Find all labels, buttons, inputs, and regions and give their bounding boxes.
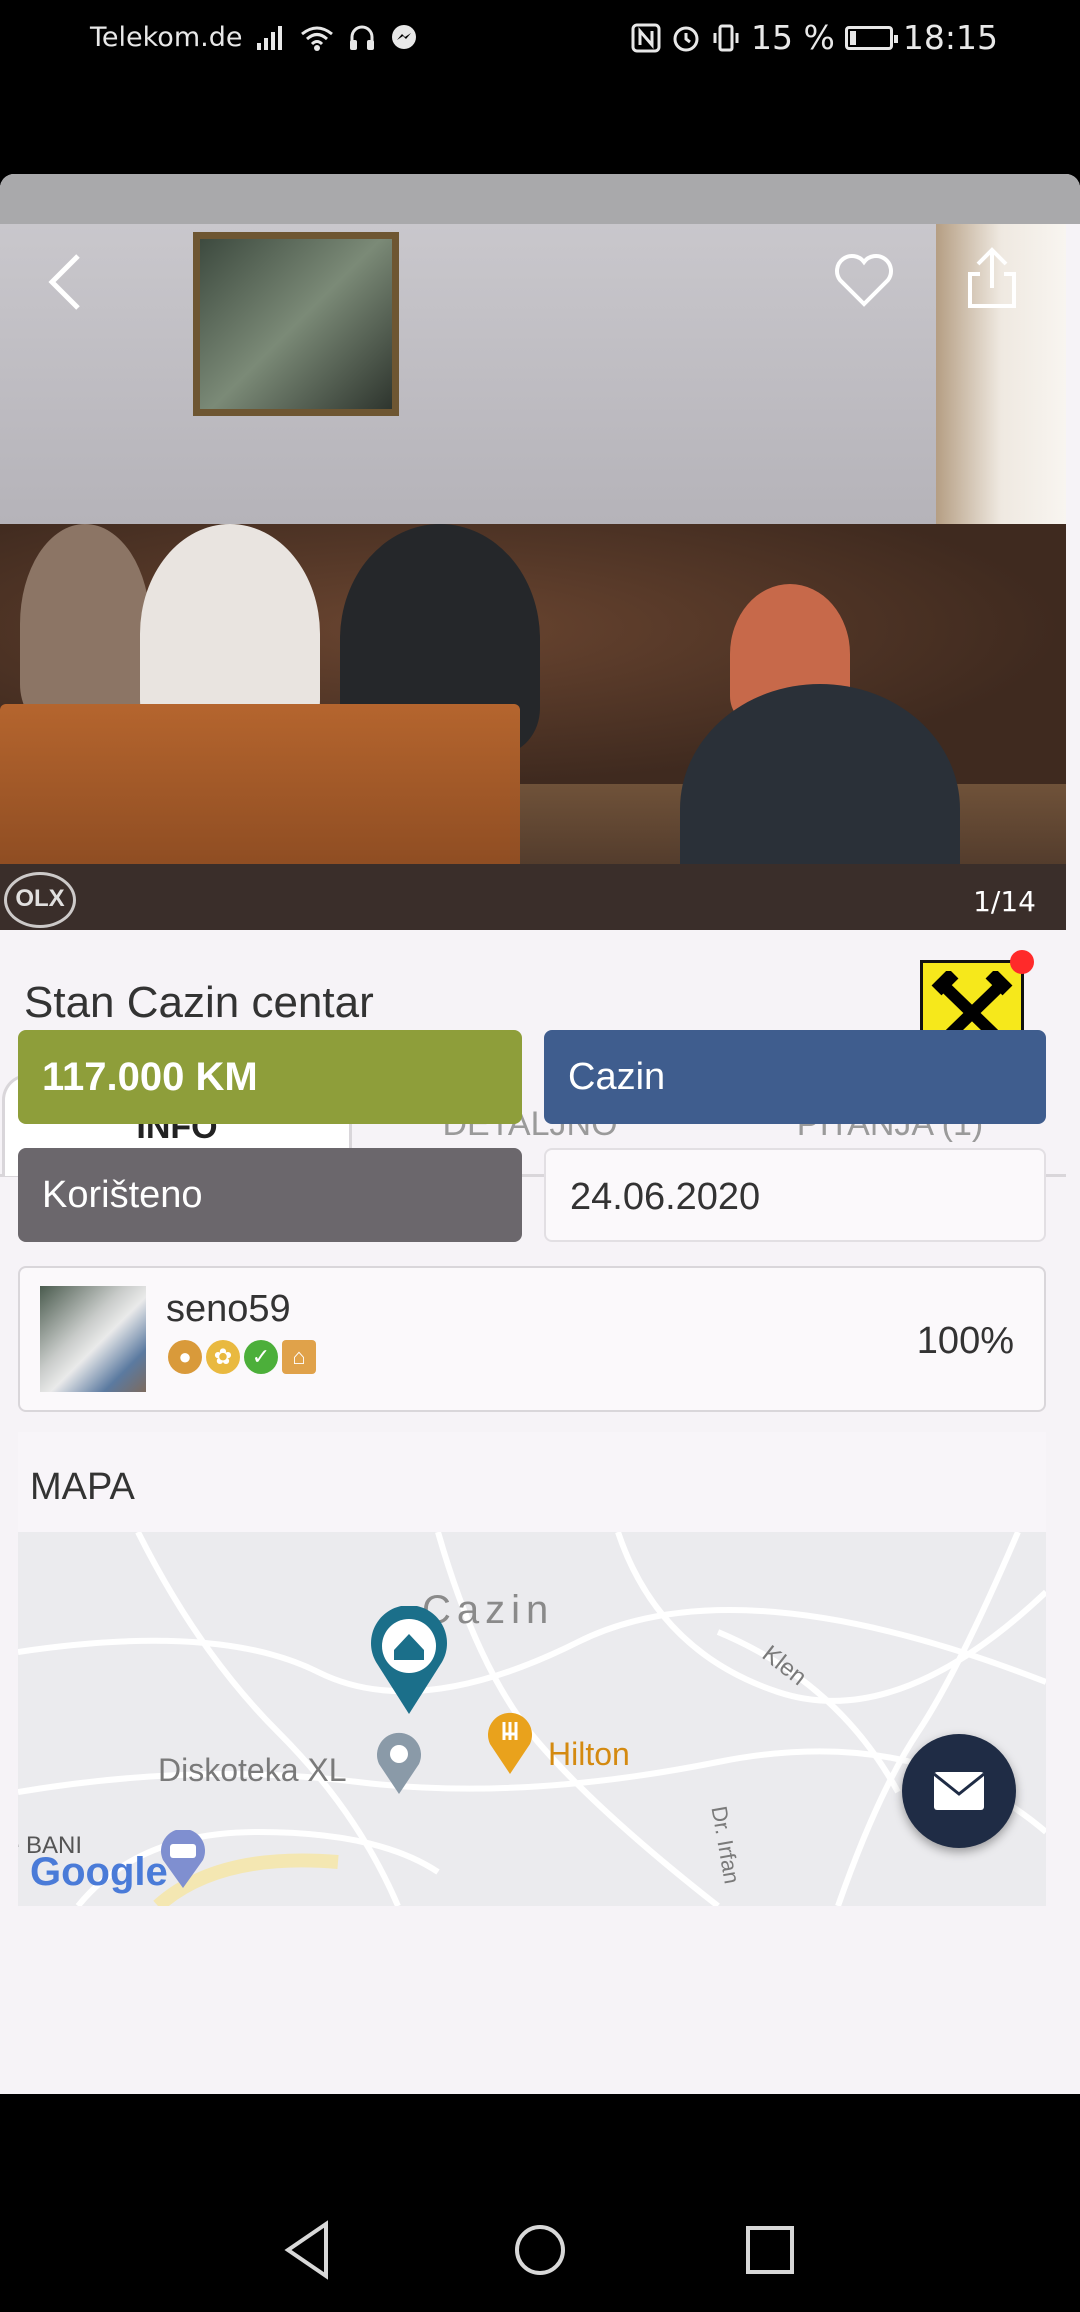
signal-icon: [257, 25, 283, 50]
alarm-icon: [673, 26, 699, 51]
battery-icon: [844, 25, 898, 50]
seller-username: seno59: [166, 1288, 291, 1330]
clock: 18:15: [902, 18, 998, 57]
message-button[interactable]: [902, 1734, 1016, 1848]
headphones-icon: [350, 25, 375, 50]
notification-dot: [1010, 950, 1034, 974]
heart-icon: [835, 254, 893, 307]
place-pin-icon[interactable]: [374, 1730, 424, 1796]
back-button[interactable]: [46, 252, 86, 322]
battery-percent: 15 %: [751, 18, 835, 57]
wall-painting: [193, 232, 399, 416]
map-header: MAPA: [18, 1432, 1046, 1532]
seller-rating: 100%: [916, 1320, 1014, 1362]
listing-title: Stan Cazin centar: [24, 978, 374, 1027]
vibrate-icon: [713, 24, 739, 51]
listing-photo[interactable]: OLX 1/14: [0, 224, 1066, 930]
map-label-club: Diskoteka XL: [158, 1752, 347, 1788]
system-nav-bar: [0, 2190, 1080, 2312]
card-header-strip: [0, 174, 1080, 224]
seller-badges: ● ✿ ✓ ⌂: [168, 1340, 316, 1374]
messenger-icon: [392, 24, 417, 49]
home-icon: ⌂: [282, 1340, 316, 1374]
listing-location-pin-icon[interactable]: [368, 1606, 450, 1716]
olx-watermark: OLX: [4, 872, 76, 928]
image-counter: 1/14: [973, 885, 1036, 918]
city-box: Cazin: [544, 1030, 1046, 1124]
seller-card[interactable]: seno59 ● ✿ ✓ ⌂ 100%: [18, 1266, 1046, 1412]
nav-home-icon[interactable]: [512, 2220, 568, 2280]
award-icon: ✿: [206, 1340, 240, 1374]
nav-back-icon[interactable]: [282, 2220, 334, 2280]
map-label-hotel: Hilton: [548, 1736, 630, 1772]
restaurant-pin-icon[interactable]: [485, 1710, 535, 1776]
condition-box: Korišteno: [18, 1148, 522, 1242]
avatar: [40, 1286, 146, 1392]
map-view[interactable]: Cazin Diskoteka XL Hilton Klen Dr. Irfan…: [18, 1532, 1046, 1906]
date-box: 24.06.2020: [544, 1148, 1046, 1242]
envelope-icon: [933, 1772, 985, 1810]
shop-pin-icon[interactable]: [158, 1830, 208, 1890]
shield-check-icon: ✓: [244, 1340, 278, 1374]
medal-icon: ●: [168, 1340, 202, 1374]
chevron-left-icon: [48, 254, 80, 310]
nav-recents-icon[interactable]: [744, 2220, 796, 2280]
status-bar: Telekom.de 15 % 18:15: [0, 0, 1080, 84]
carrier-label: Telekom.de: [90, 22, 243, 53]
wifi-icon: [301, 26, 334, 51]
favorite-button[interactable]: [834, 252, 894, 318]
google-logo: Google: [30, 1850, 168, 1894]
share-icon: [968, 247, 1016, 308]
price-box: 117.000 KM: [18, 1030, 522, 1124]
share-button[interactable]: [966, 246, 1018, 320]
nfc-icon: [631, 23, 661, 52]
map-heading: MAPA: [30, 1466, 135, 1508]
